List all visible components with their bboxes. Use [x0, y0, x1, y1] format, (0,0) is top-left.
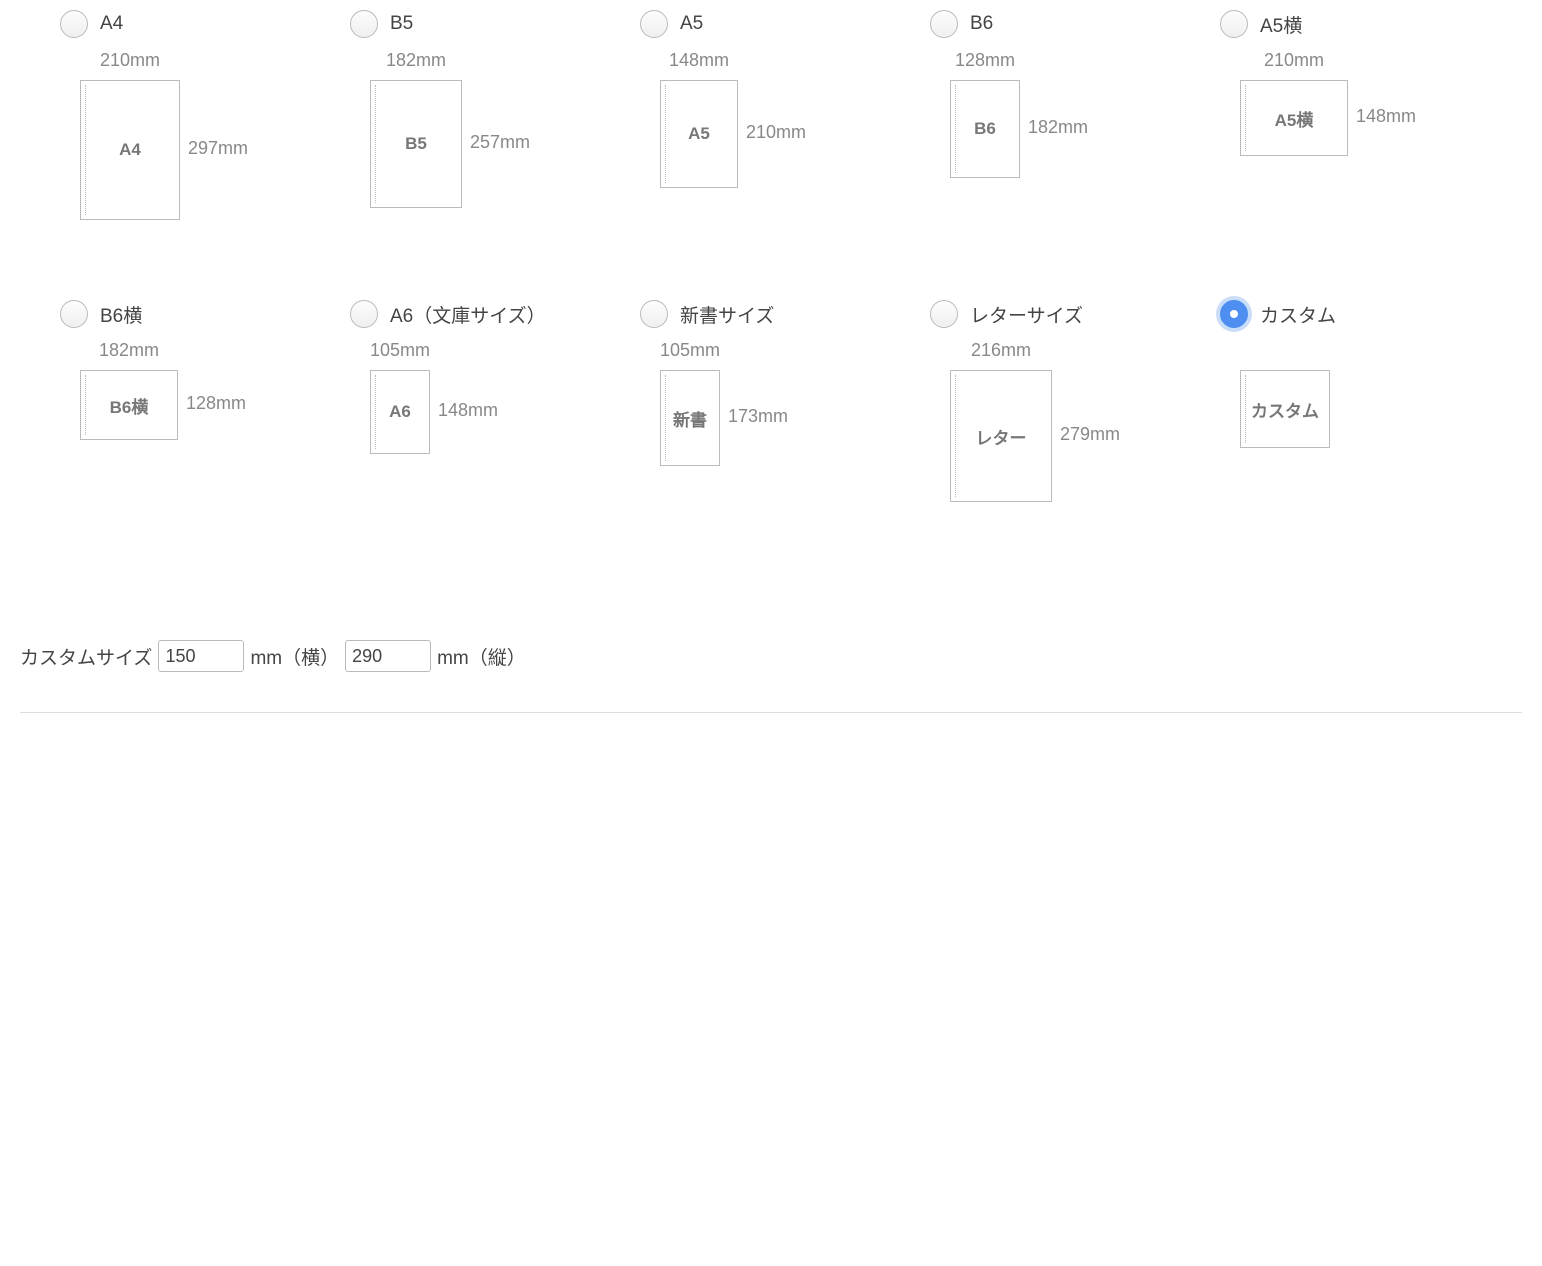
- page-rect-label-a6: A6: [389, 402, 411, 422]
- size-option-custom: カスタムカスタム: [1220, 300, 1470, 560]
- height-label-a5l: 148mm: [1356, 106, 1416, 127]
- size-option-b5: B5 182mm B5 257mm: [350, 10, 600, 270]
- preview-b6: 128mm B6 182mm: [930, 50, 1180, 270]
- width-label-b6: 128mm: [955, 50, 1015, 71]
- radio-label-a5l: A5横: [1260, 11, 1302, 38]
- page-rect-label-b6: B6: [974, 119, 996, 139]
- height-label-a5: 210mm: [746, 122, 806, 143]
- page-rect-label-a5: A5: [688, 124, 710, 144]
- page-rect-label-b5: B5: [405, 134, 427, 154]
- radio-row-a6[interactable]: A6（文庫サイズ）: [350, 300, 600, 328]
- page-rect-b6: B6: [950, 80, 1020, 178]
- height-label-letter: 279mm: [1060, 424, 1120, 445]
- size-option-shin: 新書サイズ 105mm 新書 173mm: [640, 300, 890, 560]
- divider: [20, 712, 1522, 713]
- preview-b6l: 182mm B6横 128mm: [60, 340, 310, 560]
- radio-row-b6[interactable]: B6: [930, 10, 1180, 38]
- page-rect-shin: 新書: [660, 370, 720, 466]
- page-rect-a5: A5: [660, 80, 738, 188]
- page-rect-label-b6l: B6横: [110, 393, 149, 418]
- preview-shin: 105mm 新書 173mm: [640, 340, 890, 560]
- width-label-letter: 216mm: [971, 340, 1031, 361]
- width-label-a5: 148mm: [669, 50, 729, 71]
- radio-label-custom: カスタム: [1260, 301, 1336, 328]
- size-option-a5: A5 148mm A5 210mm: [640, 10, 890, 270]
- height-label-shin: 173mm: [728, 406, 788, 427]
- radio-b6l[interactable]: [60, 300, 88, 328]
- page-rect-b6l: B6横: [80, 370, 178, 440]
- radio-a4[interactable]: [60, 10, 88, 38]
- radio-label-shin: 新書サイズ: [680, 301, 774, 328]
- size-option-b6l: B6横 182mm B6横 128mm: [60, 300, 310, 560]
- custom-width-input[interactable]: [158, 640, 244, 672]
- size-option-a6: A6（文庫サイズ） 105mm A6 148mm: [350, 300, 600, 560]
- height-label-b6: 182mm: [1028, 117, 1088, 138]
- width-label-a6: 105mm: [370, 340, 430, 361]
- radio-row-shin[interactable]: 新書サイズ: [640, 300, 890, 328]
- page-rect-letter: レター: [950, 370, 1052, 502]
- custom-size-row: カスタムサイズ mm（横） mm（縦）: [20, 620, 1522, 712]
- height-label-a4: 297mm: [188, 138, 248, 159]
- size-option-a5l: A5横 210mm A5横 148mm: [1220, 10, 1470, 270]
- radio-label-a4: A4: [100, 13, 123, 35]
- preview-custom: カスタム: [1220, 340, 1470, 560]
- radio-label-a6: A6（文庫サイズ）: [390, 301, 546, 328]
- width-label-a5l: 210mm: [1264, 50, 1324, 71]
- radio-row-b6l[interactable]: B6横: [60, 300, 310, 328]
- width-label-a4: 210mm: [100, 50, 160, 71]
- page-rect-label-a5l: A5横: [1275, 106, 1314, 131]
- radio-row-letter[interactable]: レターサイズ: [930, 300, 1180, 328]
- radio-row-a5[interactable]: A5: [640, 10, 890, 38]
- width-label-b5: 182mm: [386, 50, 446, 71]
- preview-letter: 216mm レター 279mm: [930, 340, 1180, 560]
- height-label-a6: 148mm: [438, 400, 498, 421]
- custom-height-unit: mm（縦）: [437, 643, 526, 670]
- radio-row-b5[interactable]: B5: [350, 10, 600, 38]
- radio-label-a5: A5: [680, 13, 703, 35]
- page-rect-b5: B5: [370, 80, 462, 208]
- radio-custom[interactable]: [1220, 300, 1248, 328]
- radio-label-b5: B5: [390, 13, 413, 35]
- size-options-grid: A4 210mm A4 297mm B5 182mm B5 257mm A5 148mm A5 210…: [20, 10, 1522, 620]
- page-rect-label-custom: カスタム: [1251, 397, 1319, 422]
- radio-b5[interactable]: [350, 10, 378, 38]
- radio-a5l[interactable]: [1220, 10, 1248, 38]
- radio-b6[interactable]: [930, 10, 958, 38]
- radio-label-b6l: B6横: [100, 301, 142, 328]
- custom-width-unit: mm（横）: [250, 643, 339, 670]
- radio-label-letter: レターサイズ: [970, 301, 1083, 328]
- width-label-b6l: 182mm: [99, 340, 159, 361]
- size-option-letter: レターサイズ 216mm レター 279mm: [930, 300, 1180, 560]
- page-rect-label-letter: レター: [976, 424, 1027, 449]
- radio-row-custom[interactable]: カスタム: [1220, 300, 1470, 328]
- custom-height-input[interactable]: [345, 640, 431, 672]
- preview-a5l: 210mm A5横 148mm: [1220, 50, 1470, 270]
- page-rect-a6: A6: [370, 370, 430, 454]
- radio-a5[interactable]: [640, 10, 668, 38]
- radio-letter[interactable]: [930, 300, 958, 328]
- page-rect-label-shin: 新書: [673, 406, 707, 431]
- size-option-a4: A4 210mm A4 297mm: [60, 10, 310, 270]
- radio-label-b6: B6: [970, 13, 993, 35]
- preview-b5: 182mm B5 257mm: [350, 50, 600, 270]
- radio-shin[interactable]: [640, 300, 668, 328]
- page-rect-a4: A4: [80, 80, 180, 220]
- preview-a5: 148mm A5 210mm: [640, 50, 890, 270]
- preview-a4: 210mm A4 297mm: [60, 50, 310, 270]
- height-label-b6l: 128mm: [186, 393, 246, 414]
- radio-row-a5l[interactable]: A5横: [1220, 10, 1470, 38]
- height-label-b5: 257mm: [470, 132, 530, 153]
- radio-row-a4[interactable]: A4: [60, 10, 310, 38]
- page-rect-label-a4: A4: [119, 140, 141, 160]
- size-option-b6: B6 128mm B6 182mm: [930, 10, 1180, 270]
- page-rect-a5l: A5横: [1240, 80, 1348, 156]
- width-label-shin: 105mm: [660, 340, 720, 361]
- radio-a6[interactable]: [350, 300, 378, 328]
- custom-size-title: カスタムサイズ: [20, 643, 152, 670]
- preview-a6: 105mm A6 148mm: [350, 340, 600, 560]
- page-rect-custom: カスタム: [1240, 370, 1330, 448]
